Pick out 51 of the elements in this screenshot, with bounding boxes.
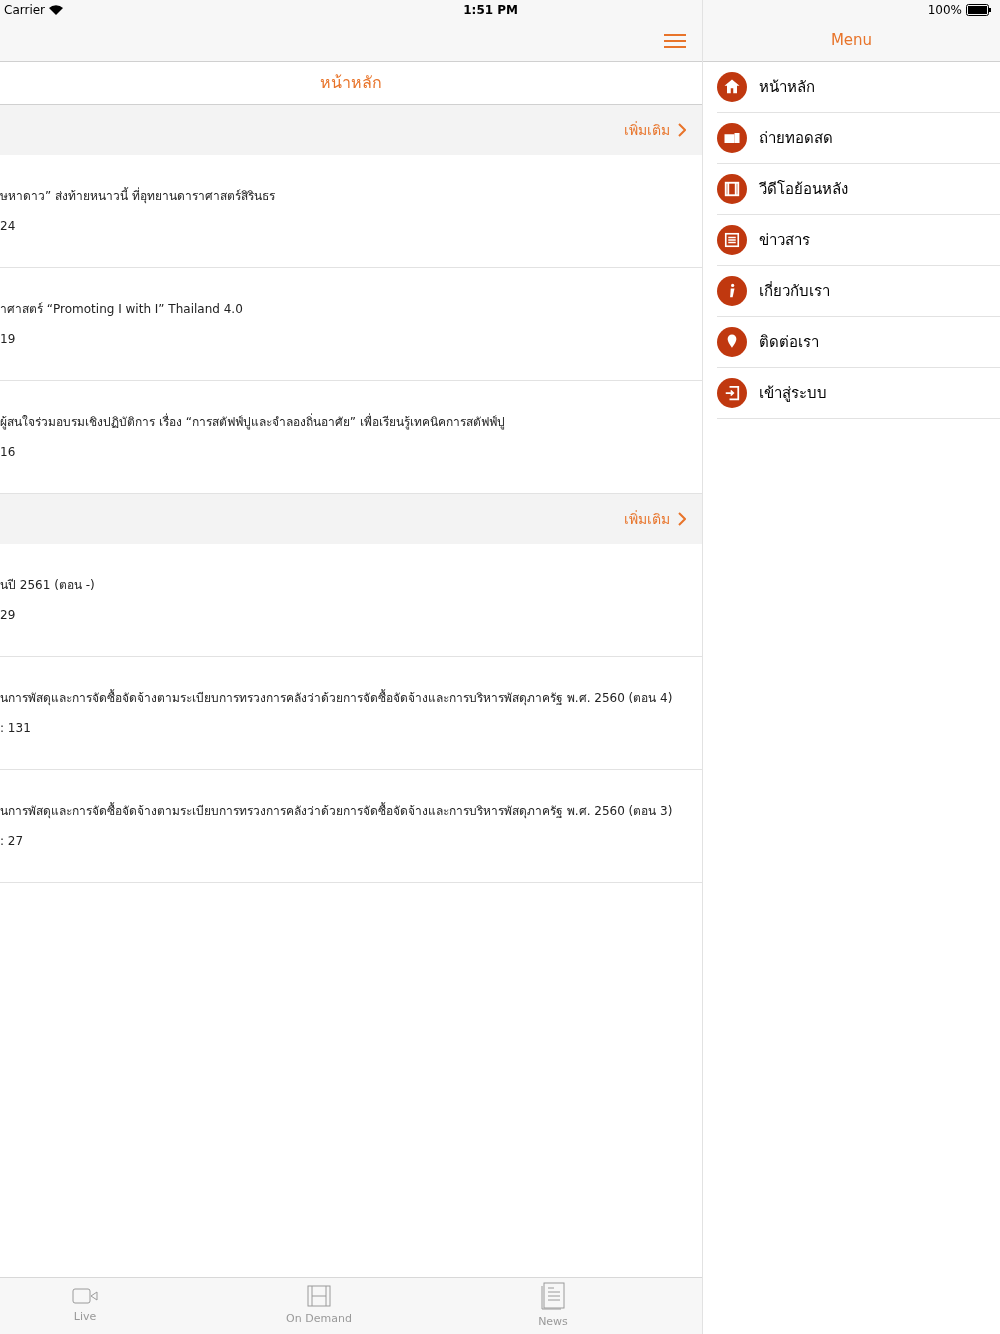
video-camera-icon <box>72 1286 98 1305</box>
menu-item[interactable]: ถ่ายทอดสด <box>717 113 1000 164</box>
menu-item[interactable]: หน้าหลัก <box>717 62 1000 113</box>
view-count: 24 <box>0 218 16 235</box>
info-icon <box>717 276 747 306</box>
news-row[interactable]: นการพัสดุและการจัดซื้อจัดจ้างตามระเบียบการทรวงการคลังว่าด้วยการจัดซื้อจัดจ้างและการบริหารพัสดุภาครัฐ พ.ศ. 2560 (ตอน 3) : 27 <box>0 770 702 883</box>
view-count: 29 <box>0 607 16 624</box>
news-row[interactable]: นปี 2561 (ตอน -) 29 <box>0 544 702 657</box>
news-title: ผู้สนใจร่วมอบรมเชิงปฏิบัติการ เรื่อง “การสตัฟฟ์ปูและจำลองถิ่นอาศัย” เพื่อเรียนรู้เทคนิคการสตัฟฟ์ปู <box>0 413 505 431</box>
time-label: 1:51 PM <box>463 2 518 19</box>
login-icon <box>717 378 747 408</box>
news-row[interactable]: ษหาดาว” ส่งท้ายหนาวนี้ ที่อุทยานดาราศาสตร์สิรินธร 24 <box>0 155 702 268</box>
menu-button[interactable] <box>664 33 686 48</box>
menu-item[interactable]: วีดีโอย้อนหลัง <box>717 164 1000 215</box>
news-title: นปี 2561 (ตอน -) <box>0 577 95 594</box>
menu-item-label: วีดีโอย้อนหลัง <box>759 178 848 200</box>
news-row[interactable]: าศาสตร์ “Promoting I with I” Thailand 4.0 19 <box>0 268 702 381</box>
view-count: : 27 <box>0 833 24 850</box>
menu-item-label: ติดต่อเรา <box>759 331 819 353</box>
chevron-right-icon <box>678 123 686 137</box>
battery-percent: 100% <box>927 2 962 19</box>
menu-item[interactable]: เกี่ยวกับเรา <box>717 266 1000 317</box>
news-title: าศาสตร์ “Promoting I with I” Thailand 4.0 <box>0 301 243 318</box>
menu-item-label: หน้าหลัก <box>759 76 815 98</box>
view-count: 16 <box>0 444 16 461</box>
news-title: ษหาดาว” ส่งท้ายหนาวนี้ ที่อุทยานดาราศาสตร์สิรินธร <box>0 187 275 205</box>
page-title: หน้าหลัก <box>320 72 382 94</box>
document-icon <box>541 1281 565 1310</box>
newspaper-icon <box>717 225 747 255</box>
menu-item-label: ถ่ายทอดสด <box>759 127 833 149</box>
carrier-label: Carrier <box>4 2 46 19</box>
news-title: นการพัสดุและการจัดซื้อจัดจ้างตามระเบียบการทรวงการคลังว่าด้วยการจัดซื้อจัดจ้างและการบริหารพัสดุภาครัฐ พ.ศ. 2560 (ตอน 3) <box>0 802 673 820</box>
battery-icon <box>966 4 992 16</box>
news-title: นการพัสดุและการจัดซื้อจัดจ้างตามระเบียบการทรวงการคลังว่าด้วยการจัดซื้อจัดจ้างและการบริหารพัสดุภาครัฐ พ.ศ. 2560 (ตอน 4) <box>0 689 673 707</box>
menu-item-label: เข้าสู่ระบบ <box>759 382 827 404</box>
pin-icon <box>717 327 747 357</box>
menu-item-label: ข่าวสาร <box>759 229 810 251</box>
menu-item-label: เกี่ยวกับเรา <box>759 280 830 302</box>
home-icon <box>717 72 747 102</box>
film-icon <box>717 174 747 204</box>
chevron-right-icon <box>678 512 686 526</box>
wifi-icon <box>49 5 64 15</box>
menu-item[interactable]: เข้าสู่ระบบ <box>717 368 1000 419</box>
news-row[interactable]: นการพัสดุและการจัดซื้อจัดจ้างตามระเบียบการทรวงการคลังว่าด้วยการจัดซื้อจัดจ้างและการบริหารพัสดุภาครัฐ พ.ศ. 2560 (ตอน 4) : 131 <box>0 657 702 770</box>
menu-item[interactable]: ติดต่อเรา <box>717 317 1000 368</box>
camera-icon <box>717 123 747 153</box>
menu-item[interactable]: ข่าวสาร <box>717 215 1000 266</box>
menu-title: Menu <box>830 30 873 52</box>
view-count: 19 <box>0 331 16 348</box>
view-count: : 131 <box>0 720 31 737</box>
film-icon <box>307 1284 331 1307</box>
